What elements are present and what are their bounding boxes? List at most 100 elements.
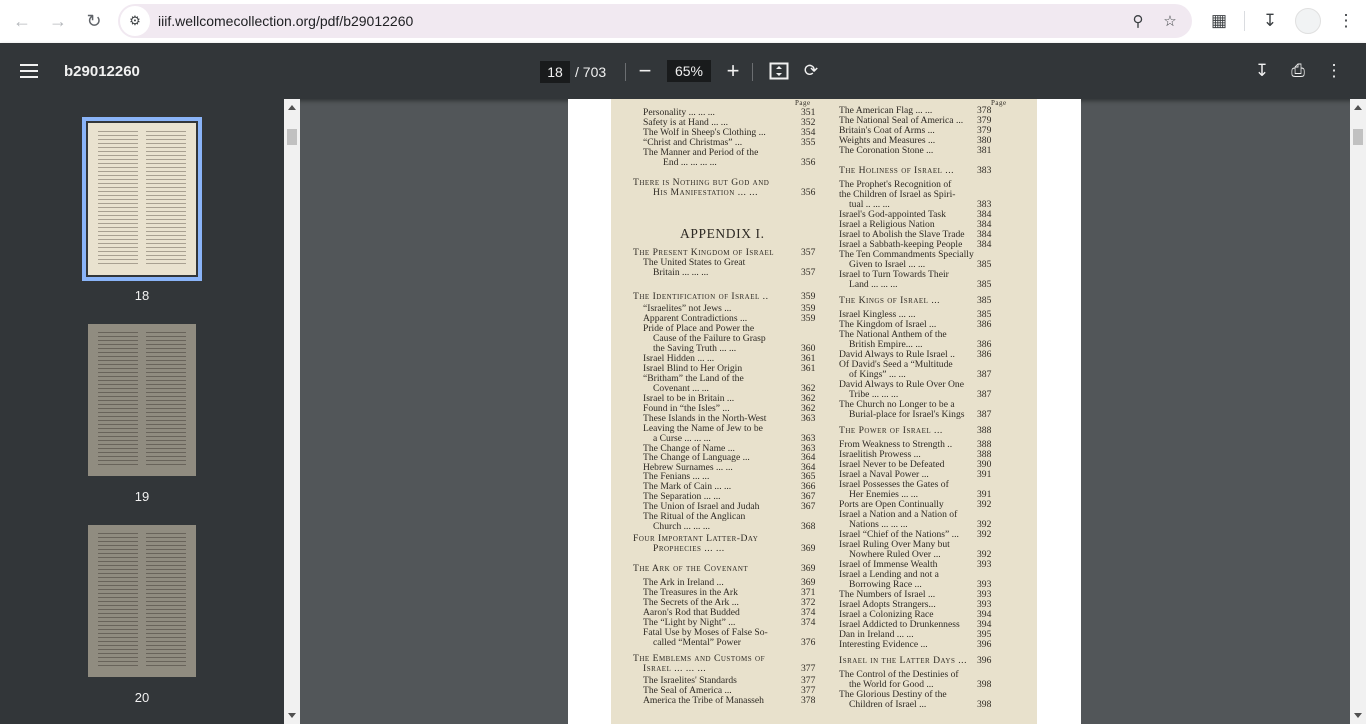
toolbar-divider [752, 63, 753, 81]
toc-page-number: 385 [977, 279, 992, 290]
toc-entry: Burial-place for Israel's Kings [849, 409, 965, 420]
toc-page-number: 396 [977, 655, 992, 666]
scroll-down-icon[interactable] [1354, 713, 1362, 718]
page-selector: 18 / 703 [540, 61, 606, 83]
toc-page-number: 369 [801, 563, 816, 574]
toc-entry: The Coronation Stone ... [839, 145, 934, 156]
reload-icon[interactable]: ↻ [78, 5, 110, 37]
toc-page-number: 398 [977, 679, 992, 690]
scrollbar-thumb[interactable] [1353, 129, 1363, 145]
toc-page-number: 377 [801, 663, 816, 674]
bookmark-star-icon[interactable]: ☆ [1158, 9, 1182, 33]
zoom-out-icon[interactable]: − [633, 57, 657, 85]
toc-page-number: 357 [801, 247, 816, 258]
toc-page-number: 369 [801, 543, 816, 554]
toc-page-number: 355 [801, 137, 816, 148]
zoom-search-icon[interactable]: ⚲ [1126, 9, 1150, 33]
toc-page-number: 376 [801, 637, 816, 648]
toc-entry: The Ark of the Covenant [633, 563, 749, 574]
toc-page-number: 383 [977, 165, 992, 176]
toc-page-number: 361 [801, 363, 816, 374]
zoom-in-icon[interactable]: + [721, 57, 745, 85]
toc-entry: The Identification of Israel .. [633, 291, 769, 302]
profile-avatar[interactable] [1295, 8, 1321, 34]
rotate-icon[interactable]: ⟳ [799, 59, 823, 83]
toc-page-number: 398 [977, 699, 992, 710]
toc-entry: His Manifestation ... ... [653, 187, 758, 198]
toc-page-number: 386 [977, 319, 992, 330]
address-bar[interactable]: ⚙ iiif.wellcomecollection.org/pdf/b29012… [118, 4, 1192, 38]
extensions-icon[interactable]: ▦ [1204, 6, 1234, 36]
appendix-heading: APPENDIX I. [680, 226, 765, 241]
toolbar-divider [625, 63, 626, 81]
toc-page-number: 393 [977, 559, 992, 570]
toc-entry: called “Mental” Power [653, 637, 741, 648]
toc-page-number: 388 [977, 425, 992, 436]
toc-entry: America the Tribe of Manasseh [643, 695, 764, 706]
zoom-level-input[interactable]: 65% [667, 60, 711, 82]
scroll-up-icon[interactable] [288, 105, 296, 110]
download-icon[interactable]: ↧ [1255, 6, 1285, 36]
page-column-header: Page [991, 99, 1007, 107]
page-total: / 703 [575, 64, 607, 80]
toc-entry: Israel ... ... ... [643, 663, 707, 674]
thumbnail-page-19[interactable] [88, 324, 196, 476]
scanned-page-image: Page Page APPENDIX I. Personality ... ..… [611, 99, 1037, 724]
browser-toolbar: ← → ↻ ⚙ iiif.wellcomecollection.org/pdf/… [0, 0, 1366, 43]
pdf-toolbar: b29012260 18 / 703 − 65% + ⟳ ↧ ⎙ ⋮ [0, 43, 1366, 99]
toc-page-number: 356 [801, 157, 816, 168]
url-text[interactable]: iiif.wellcomecollection.org/pdf/b2901226… [158, 13, 413, 29]
thumbnail-label: 19 [134, 489, 150, 504]
scroll-down-icon[interactable] [288, 713, 296, 718]
zoom-controls: − 65% + [633, 57, 745, 85]
toc-page-number: 357 [801, 267, 816, 278]
toc-page-number: 356 [801, 187, 816, 198]
toc-entry: End ... ... ... ... [663, 157, 717, 168]
toc-entry: Interesting Evidence ... [839, 639, 928, 650]
toc-page-number: 367 [801, 501, 816, 512]
toc-page-number: 385 [977, 259, 992, 270]
document-title: b29012260 [64, 63, 140, 80]
fit-to-page-icon[interactable] [767, 59, 791, 83]
toc-page-number: 387 [977, 369, 992, 380]
toc-entry: Church ... ... ... [653, 521, 711, 532]
toc-page-number: 378 [801, 695, 816, 706]
page-number-input[interactable]: 18 [540, 61, 570, 83]
toolbar-divider [1244, 11, 1245, 31]
toc-page-number: 374 [801, 617, 816, 628]
toc-page-number: 391 [977, 469, 992, 480]
site-info-icon[interactable]: ⚙ [120, 6, 150, 36]
toc-entry: The Kings of Israel ... [839, 295, 941, 306]
thumbnail-sidebar: 18 19 20 [0, 99, 300, 724]
toc-page-number: 384 [977, 239, 992, 250]
more-actions-icon[interactable]: ⋮ [1322, 59, 1346, 83]
toc-page-number: 381 [977, 145, 992, 156]
toc-entry: Land ... ... ... [849, 279, 898, 290]
toc-entry: Britain ... ... ... [653, 267, 709, 278]
download-pdf-icon[interactable]: ↧ [1250, 59, 1274, 83]
main-scrollbar[interactable] [1350, 99, 1366, 724]
toc-entry: Prophecies ... ... [653, 543, 725, 554]
thumbnail-page-18[interactable] [82, 117, 202, 281]
toc-page-number: 363 [801, 413, 816, 424]
toc-entry: The Holiness of Israel ... [839, 165, 954, 176]
toc-page-number: 385 [977, 295, 992, 306]
print-icon[interactable]: ⎙ [1286, 59, 1310, 83]
toc-page-number: 368 [801, 521, 816, 532]
back-icon[interactable]: ← [6, 5, 38, 37]
scrollbar-thumb[interactable] [287, 129, 297, 145]
toc-page-number: 387 [977, 409, 992, 420]
toc-page-number: 392 [977, 499, 992, 510]
scroll-up-icon[interactable] [1354, 105, 1362, 110]
toc-page-number: 392 [977, 529, 992, 540]
toc-page-number: 359 [801, 313, 816, 324]
thumbnail-label: 18 [134, 288, 150, 303]
sidebar-scrollbar[interactable] [284, 99, 300, 724]
forward-icon[interactable]: → [42, 5, 74, 37]
sidebar-menu-icon[interactable] [20, 59, 44, 83]
thumbnail-page-20[interactable] [88, 525, 196, 677]
chrome-menu-icon[interactable]: ⋮ [1331, 6, 1361, 36]
toc-page-number: 359 [801, 291, 816, 302]
toc-entry: The Power of Israel ... [839, 425, 943, 436]
thumbnail-label: 20 [134, 690, 150, 705]
